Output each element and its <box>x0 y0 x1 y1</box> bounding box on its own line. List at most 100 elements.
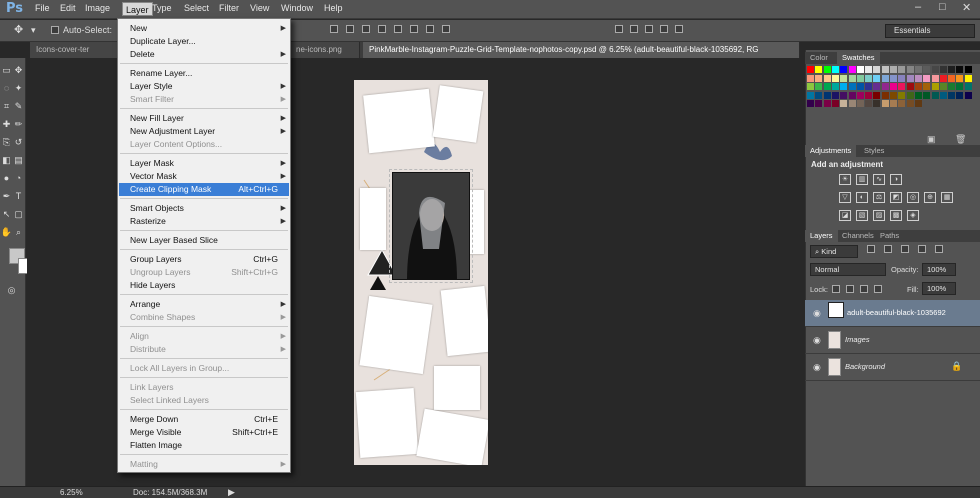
lock-all-icon[interactable] <box>874 285 882 293</box>
menu-help[interactable]: Help <box>324 3 343 13</box>
color-swatch[interactable] <box>914 100 922 107</box>
color-swatch[interactable] <box>873 74 881 82</box>
color-swatch[interactable] <box>823 74 831 82</box>
color-swatch[interactable] <box>956 83 964 90</box>
color-swatch[interactable] <box>890 83 897 90</box>
color-swatch[interactable] <box>906 66 914 73</box>
color-swatch[interactable] <box>906 100 914 107</box>
channel-mixer-icon[interactable]: ⊕ <box>924 192 936 203</box>
color-swatch[interactable] <box>914 91 922 99</box>
color-swatch[interactable] <box>881 91 889 99</box>
color-swatch[interactable] <box>873 100 881 107</box>
color-swatch[interactable] <box>914 74 922 82</box>
brush-tool-icon[interactable]: ✏ <box>12 118 25 131</box>
layer-name[interactable]: Images <box>845 335 870 344</box>
3d-roll-icon[interactable] <box>630 25 638 33</box>
color-swatch[interactable] <box>931 74 939 82</box>
menu-item-new-adjustment-layer[interactable]: New Adjustment Layer <box>130 125 215 138</box>
gradient-tool-icon[interactable]: ▤ <box>12 154 25 167</box>
layer-filter-kind[interactable]: ⌕ Kind <box>810 245 858 258</box>
workspace-dropdown[interactable]: Essentials <box>885 24 975 38</box>
color-swatch[interactable] <box>831 100 839 107</box>
lock-pixels-icon[interactable] <box>846 285 854 293</box>
color-swatch[interactable] <box>881 74 889 82</box>
color-swatch[interactable] <box>840 100 848 107</box>
selected-photo-layer[interactable] <box>392 172 470 280</box>
menu-item-layer-mask[interactable]: Layer Mask <box>130 157 174 170</box>
menu-item-group-layers[interactable]: Group Layers <box>130 253 182 266</box>
color-swatch[interactable] <box>939 91 947 99</box>
align-left-icon[interactable] <box>378 25 386 33</box>
color-swatch[interactable] <box>939 74 947 82</box>
color-swatch[interactable] <box>865 100 873 107</box>
align-center-icon[interactable] <box>394 25 402 33</box>
dodge-tool-icon[interactable]: ◔ <box>12 172 25 185</box>
layer-row[interactable]: ◉ Background 🔒 <box>805 354 980 381</box>
color-swatch[interactable] <box>939 83 947 90</box>
menu-filter[interactable]: Filter <box>219 3 239 13</box>
color-swatch[interactable] <box>948 74 956 82</box>
tab-icons-cover[interactable]: Icons-cover-ter <box>30 42 120 58</box>
distribute-icon[interactable] <box>426 25 434 33</box>
tab-adjustments[interactable]: Adjustments <box>805 145 857 157</box>
color-swatch[interactable] <box>865 91 873 99</box>
color-swatch[interactable] <box>964 83 972 90</box>
menu-item-new-fill-layer[interactable]: New Fill Layer <box>130 112 184 125</box>
color-swatch[interactable] <box>831 66 839 73</box>
color-swatch[interactable] <box>931 91 939 99</box>
color-swatch[interactable] <box>906 74 914 82</box>
color-swatch[interactable] <box>898 91 906 99</box>
color-swatch[interactable] <box>923 83 931 90</box>
gradient-map-icon[interactable]: ▩ <box>890 210 902 221</box>
levels-icon[interactable]: ▥ <box>856 174 868 185</box>
color-swatch[interactable] <box>898 83 906 90</box>
3d-rotate-icon[interactable] <box>615 25 623 33</box>
color-swatch[interactable] <box>906 83 914 90</box>
menu-item-arrange[interactable]: Arrange <box>130 298 160 311</box>
color-swatch[interactable] <box>848 74 856 82</box>
menu-item-vector-mask[interactable]: Vector Mask <box>130 170 177 183</box>
layer-row[interactable]: ◉ adult-beautiful-black-1035692 <box>805 300 980 327</box>
color-swatch[interactable] <box>923 91 931 99</box>
lock-position-icon[interactable] <box>860 285 868 293</box>
color-swatch[interactable] <box>881 100 889 107</box>
color-swatch[interactable] <box>815 100 823 107</box>
align-right-icon[interactable] <box>410 25 418 33</box>
shape-filter-icon[interactable] <box>918 245 926 253</box>
brightness-icon[interactable]: ☀ <box>839 174 851 185</box>
menu-item-merge-down[interactable]: Merge Down <box>130 413 178 426</box>
distribute-horizontal-icon[interactable] <box>442 25 450 33</box>
color-swatch[interactable] <box>815 83 823 90</box>
color-swatch[interactable] <box>856 100 864 107</box>
color-balance-icon[interactable]: ⚖ <box>873 192 885 203</box>
zoom-level[interactable]: 6.25% <box>60 488 83 497</box>
quick-mask-icon[interactable]: ◎ <box>5 284 18 297</box>
color-swatch[interactable] <box>890 91 897 99</box>
lock-transparency-icon[interactable] <box>832 285 840 293</box>
menu-item-smart-objects[interactable]: Smart Objects <box>130 202 184 215</box>
posterize-icon[interactable]: ▧ <box>856 210 868 221</box>
tab-color[interactable]: Color <box>805 52 833 64</box>
color-swatch[interactable] <box>923 66 931 73</box>
align-bottom-icon[interactable] <box>362 25 370 33</box>
color-swatch[interactable] <box>956 91 964 99</box>
menu-edit[interactable]: Edit <box>60 3 76 13</box>
color-swatch[interactable] <box>931 66 939 73</box>
color-swatch[interactable] <box>898 66 906 73</box>
color-swatch[interactable] <box>823 100 831 107</box>
color-lookup-icon[interactable]: ▦ <box>941 192 953 203</box>
color-swatch[interactable] <box>856 74 864 82</box>
color-swatch[interactable] <box>890 100 897 107</box>
blend-mode-select[interactable]: Normal <box>810 263 886 276</box>
selective-color-icon[interactable]: ◈ <box>907 210 919 221</box>
color-swatch[interactable] <box>873 66 881 73</box>
color-swatch[interactable] <box>848 91 856 99</box>
photo-filter-icon[interactable]: ◎ <box>907 192 919 203</box>
3d-slide-icon[interactable] <box>660 25 668 33</box>
color-swatch[interactable] <box>881 66 889 73</box>
menu-layer[interactable]: Layer <box>122 2 153 16</box>
auto-select-checkbox[interactable] <box>51 26 59 36</box>
menu-item-new[interactable]: New <box>130 22 147 35</box>
color-swatch[interactable] <box>906 91 914 99</box>
tool-preset-dropdown-icon[interactable]: ▾ <box>31 25 36 36</box>
